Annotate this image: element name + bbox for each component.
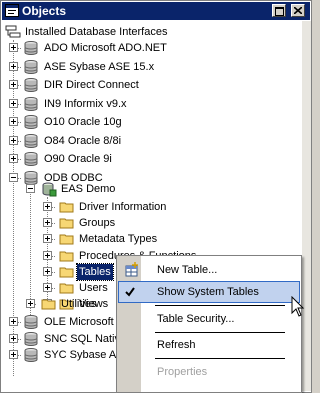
tree-root-label: Installed Database Interfaces <box>25 26 168 38</box>
folder-icon <box>59 267 74 278</box>
folder-icon <box>59 218 74 229</box>
tree-item-interface[interactable]: IN9 Informix v9.x <box>2 96 282 112</box>
mouse-cursor-icon <box>291 296 305 317</box>
expand-toggle[interactable] <box>43 283 52 292</box>
tree-item-label: EAS Demo <box>61 183 116 195</box>
folder-icon <box>41 299 56 310</box>
menu-separator <box>155 358 285 359</box>
expand-toggle[interactable] <box>9 80 18 89</box>
tree-item-label: Driver Information <box>79 201 167 213</box>
database-icon <box>24 78 38 92</box>
expand-toggle[interactable] <box>26 299 35 308</box>
context-menu: New Table... Show System Tables Table Se… <box>116 255 302 393</box>
expand-toggle[interactable] <box>9 98 18 108</box>
tree-root[interactable]: Installed Database Interfaces <box>2 24 282 40</box>
menu-item-new-table[interactable]: New Table... <box>118 259 300 281</box>
database-icon <box>24 331 38 346</box>
folder-icon <box>59 283 74 294</box>
database-interfaces-icon <box>5 25 21 38</box>
tree-item-folder[interactable]: Groups <box>2 215 282 231</box>
tree-item-label: IN9 Informix v9.x <box>44 97 127 110</box>
window-title: Objects <box>22 4 67 18</box>
expand-toggle[interactable] <box>9 135 18 145</box>
collapse-toggle[interactable] <box>26 184 35 193</box>
tree-item-label: ASE Sybase ASE 15.x <box>44 60 155 73</box>
expand-toggle[interactable] <box>43 202 52 211</box>
tree-item-folder[interactable]: Driver Information <box>2 199 282 215</box>
close-icon <box>294 7 302 14</box>
tree-item-interface[interactable]: O90 Oracle 9i <box>2 151 282 167</box>
tree-item-label: OLE Microsoft <box>44 316 114 328</box>
expand-toggle[interactable] <box>9 333 18 343</box>
tree-item-interface[interactable]: ADO Microsoft ADO.NET <box>2 40 282 56</box>
expand-toggle[interactable] <box>9 350 18 359</box>
menu-item-label: Show System Tables <box>157 286 259 298</box>
database-icon <box>24 348 38 362</box>
tree-item-interface[interactable]: ASE Sybase ASE 15.x <box>2 59 282 75</box>
database-icon <box>24 96 38 111</box>
folder-icon <box>59 202 74 213</box>
checkmark-icon <box>125 287 135 297</box>
database-icon <box>24 115 38 129</box>
tree-item-label: Tables <box>76 262 114 281</box>
tree-item-label: O10 Oracle 10g <box>44 116 122 128</box>
expand-toggle[interactable] <box>9 317 18 326</box>
tree-item-folder[interactable]: Metadata Types <box>2 231 282 247</box>
tree-item-label: O90 Oracle 9i <box>44 153 112 165</box>
vertical-scrollbar[interactable] <box>302 21 311 391</box>
menu-item-label: Refresh <box>157 339 196 351</box>
database-icon <box>24 152 38 166</box>
database-icon <box>24 315 38 329</box>
expand-toggle[interactable] <box>43 218 52 228</box>
tree-item-label: SYC Sybase AS <box>44 349 124 361</box>
folder-icon <box>59 251 74 262</box>
expand-toggle[interactable] <box>43 266 52 276</box>
menu-item-properties: Properties <box>118 361 300 383</box>
menu-item-label: Table Security... <box>157 313 235 325</box>
expand-toggle[interactable] <box>9 43 18 52</box>
menu-item-label: Properties <box>157 366 208 378</box>
tree-item-label: DIR Direct Connect <box>44 79 139 91</box>
menu-item-show-system-tables[interactable]: Show System Tables <box>118 281 300 303</box>
tree-item-label: Groups <box>79 217 116 230</box>
menu-separator <box>155 332 285 333</box>
tree-item-label: SNC SQL Nativ <box>44 332 121 345</box>
tree-item-eas-demo[interactable]: EAS Demo <box>2 181 282 197</box>
tree-item-interface[interactable]: O10 Oracle 10g <box>2 114 282 130</box>
database-icon <box>24 133 38 148</box>
database-profile-icon <box>42 182 57 197</box>
menu-item-table-security[interactable]: Table Security... <box>118 308 300 330</box>
tree-item-label: ADO Microsoft ADO.NET <box>44 42 167 54</box>
objects-window-icon <box>5 4 19 17</box>
tree-item-label: Utilities <box>61 298 97 310</box>
database-icon <box>24 41 38 55</box>
database-icon <box>24 59 38 74</box>
tree-item-label: Metadata Types <box>79 233 158 246</box>
menu-separator <box>155 305 285 306</box>
folder-icon <box>59 234 74 245</box>
expand-toggle[interactable] <box>9 61 18 71</box>
tree-item-label: O84 Oracle 8/8i <box>44 134 122 147</box>
menu-item-label: New Table... <box>157 264 218 276</box>
new-table-icon <box>125 262 138 277</box>
tree-item-label: Users <box>79 282 108 294</box>
tree-item-interface[interactable]: O84 Oracle 8/8i <box>2 133 282 149</box>
menu-item-refresh[interactable]: Refresh <box>118 334 300 356</box>
title-bar: Objects <box>2 2 310 20</box>
close-button[interactable] <box>291 4 305 17</box>
expand-toggle[interactable] <box>43 234 52 244</box>
maximize-button[interactable] <box>272 4 286 17</box>
expand-toggle[interactable] <box>43 250 52 260</box>
tree-item-interface[interactable]: DIR Direct Connect <box>2 77 282 93</box>
expand-toggle[interactable] <box>9 154 18 163</box>
expand-toggle[interactable] <box>9 117 18 126</box>
